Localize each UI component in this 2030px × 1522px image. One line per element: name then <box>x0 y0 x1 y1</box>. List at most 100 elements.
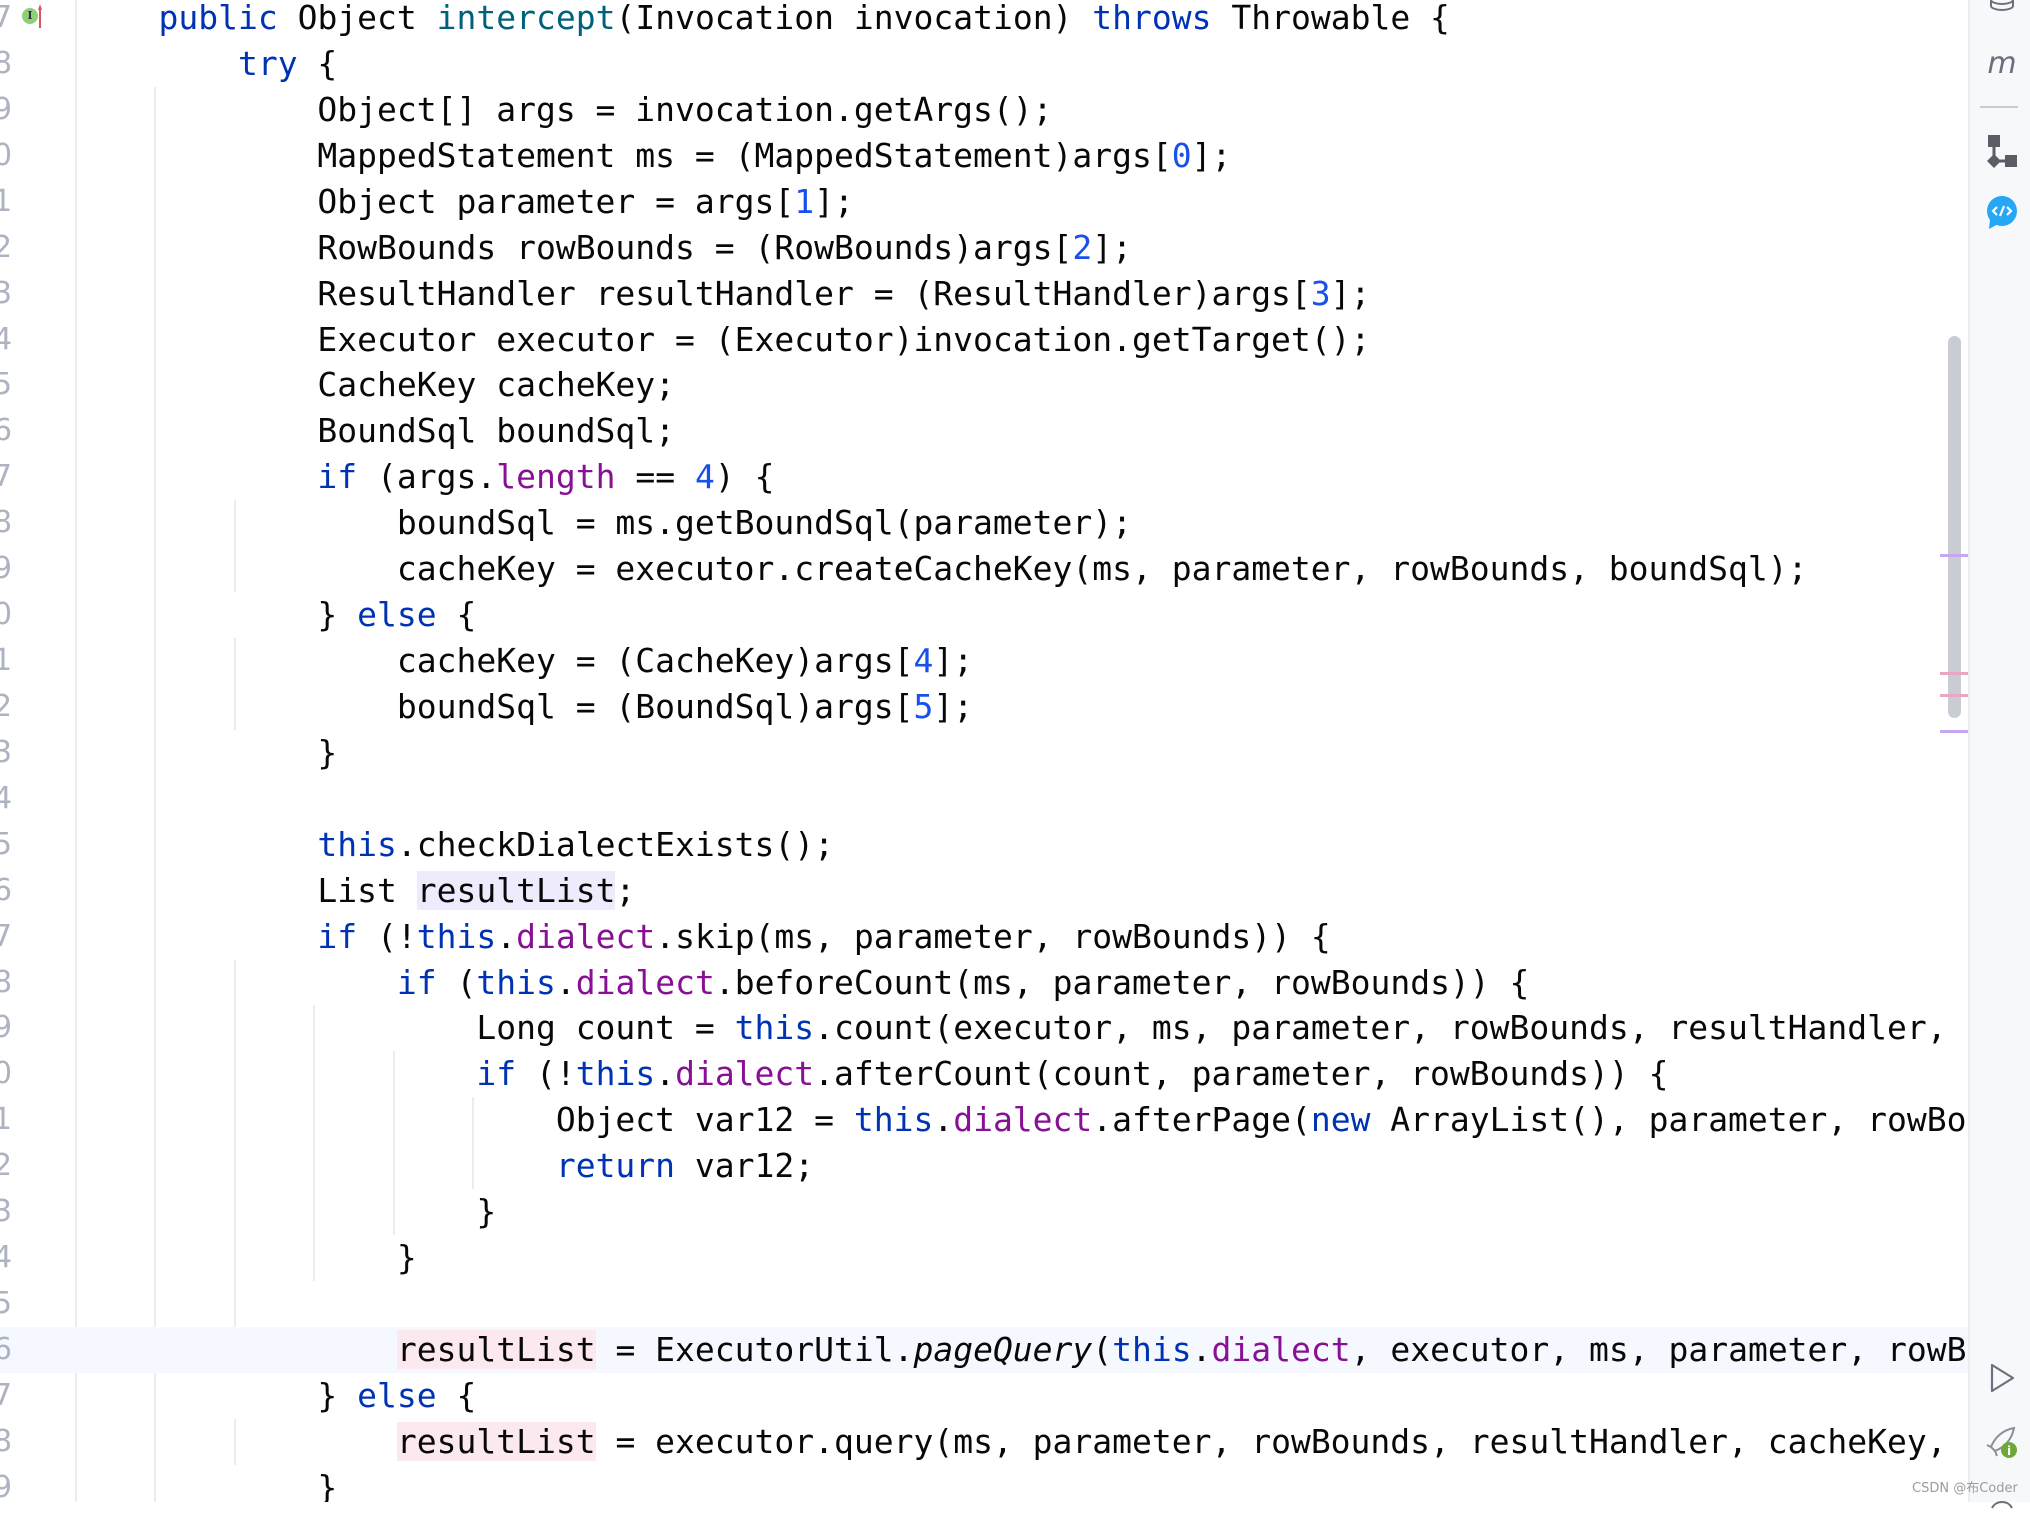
code-line[interactable]: 7 if (!this.dialect.skip(ms, parameter, … <box>0 914 1968 960</box>
line-number[interactable]: 3 <box>0 271 12 317</box>
code-line[interactable]: 9 cacheKey = executor.createCacheKey(ms,… <box>0 546 1968 592</box>
line-number[interactable]: 2 <box>0 1143 12 1189</box>
code-line[interactable]: 8 resultList = executor.query(ms, parame… <box>0 1419 1968 1465</box>
code-line[interactable]: 1 Object var12 = this.dialect.afterPage(… <box>0 1097 1968 1143</box>
code-line[interactable]: 9 Long count = this.count(executor, ms, … <box>0 1005 1968 1051</box>
code-line[interactable]: 5 this.checkDialectExists(); <box>0 822 1968 868</box>
line-number[interactable]: 4 <box>0 317 12 363</box>
line-number[interactable]: 6 <box>0 408 12 454</box>
line-number[interactable]: 9 <box>0 87 12 133</box>
code-text[interactable]: if (this.dialect.beforeCount(ms, paramet… <box>79 960 1530 1006</box>
structure-icon[interactable] <box>1984 134 2020 170</box>
code-line[interactable]: 7 public Object intercept(Invocation inv… <box>0 0 1968 41</box>
code-text[interactable]: return var12; <box>79 1143 814 1189</box>
code-line[interactable]: 9 Object[] args = invocation.getArgs(); <box>0 87 1968 133</box>
line-number[interactable]: 8 <box>0 1419 12 1465</box>
code-line[interactable]: 8 try { <box>0 41 1968 87</box>
code-line[interactable]: 2 RowBounds rowBounds = (RowBounds)args[… <box>0 225 1968 271</box>
code-line[interactable]: 5 CacheKey cacheKey; <box>0 362 1968 408</box>
code-line[interactable]: 1 Object parameter = args[1]; <box>0 179 1968 225</box>
scroll-marker[interactable] <box>1940 554 1968 557</box>
maven-m-icon[interactable]: m <box>1984 45 2020 81</box>
code-text[interactable]: resultList = executor.query(ms, paramete… <box>79 1419 1947 1465</box>
code-line[interactable]: 8 if (this.dialect.beforeCount(ms, param… <box>0 960 1968 1006</box>
code-line[interactable]: 2 boundSql = (BoundSql)args[5]; <box>0 684 1968 730</box>
run-icon[interactable] <box>1984 1360 2020 1396</box>
line-number[interactable]: 2 <box>0 225 12 271</box>
line-number[interactable]: 3 <box>0 1189 12 1235</box>
code-chat-icon[interactable] <box>1984 195 2020 231</box>
code-line[interactable]: 5 <box>0 1281 1968 1327</box>
code-line[interactable]: 0 } else { <box>0 592 1968 638</box>
line-number[interactable]: 1 <box>0 638 12 684</box>
code-text[interactable]: boundSql = (BoundSql)args[5]; <box>79 684 973 730</box>
code-line[interactable]: 4 } <box>0 1235 1968 1281</box>
code-line[interactable]: 7 if (args.length == 4) { <box>0 454 1968 500</box>
vertical-scrollbar-thumb[interactable] <box>1948 336 1961 718</box>
code-text[interactable]: BoundSql boundSql; <box>79 408 675 454</box>
code-line[interactable]: 4 Executor executor = (Executor)invocati… <box>0 317 1968 363</box>
current-code-line[interactable]: 6 resultList = ExecutorUtil.pageQuery(th… <box>0 1326 1968 1373</box>
code-text[interactable]: try { <box>79 41 337 87</box>
code-line[interactable]: 6 BoundSql boundSql; <box>0 408 1968 454</box>
line-number[interactable]: 5 <box>0 362 12 408</box>
implements-icon[interactable]: I <box>22 8 38 24</box>
code-text[interactable]: cacheKey = executor.createCacheKey(ms, p… <box>79 546 1808 592</box>
scroll-marker[interactable] <box>1940 672 1968 675</box>
code-text[interactable]: if (args.length == 4) { <box>79 454 774 500</box>
line-number[interactable]: 8 <box>0 500 12 546</box>
override-up-arrow-icon[interactable] <box>38 4 42 28</box>
code-text[interactable]: } else { <box>79 592 476 638</box>
code-line[interactable]: 9 } <box>0 1465 1968 1502</box>
rocket-info-icon[interactable]: i <box>1984 1424 2020 1460</box>
line-number[interactable]: 7 <box>0 1373 12 1419</box>
code-line[interactable]: 3 } <box>0 1189 1968 1235</box>
line-number[interactable]: 8 <box>0 41 12 87</box>
database-icon[interactable] <box>1984 0 2020 18</box>
code-text[interactable]: public Object intercept(Invocation invoc… <box>79 0 1449 41</box>
code-text[interactable]: Long count = this.count(executor, ms, pa… <box>79 1005 1946 1051</box>
code-text[interactable]: boundSql = ms.getBoundSql(parameter); <box>79 500 1132 546</box>
code-line[interactable]: 7 } else { <box>0 1373 1968 1419</box>
line-number[interactable]: 8 <box>0 960 12 1006</box>
code-text[interactable]: Object var12 = this.dialect.afterPage(ne… <box>79 1097 1967 1143</box>
code-line[interactable]: 3 } <box>0 730 1968 776</box>
line-number[interactable]: 7 <box>0 454 12 500</box>
code-text[interactable]: resultList = ExecutorUtil.pageQuery(this… <box>79 1327 1967 1373</box>
line-number[interactable]: 9 <box>0 1005 12 1051</box>
code-text[interactable]: MappedStatement ms = (MappedStatement)ar… <box>79 133 1231 179</box>
line-number[interactable]: 0 <box>0 1051 12 1097</box>
line-number[interactable]: 4 <box>0 776 12 822</box>
code-text[interactable]: this.checkDialectExists(); <box>79 822 834 868</box>
code-text[interactable]: if (!this.dialect.skip(ms, parameter, ro… <box>79 914 1330 960</box>
line-number[interactable]: 7 <box>0 914 12 960</box>
code-line[interactable]: 8 boundSql = ms.getBoundSql(parameter); <box>0 500 1968 546</box>
line-number[interactable]: 0 <box>0 592 12 638</box>
line-number[interactable]: 5 <box>0 822 12 868</box>
code-editor[interactable]: 7 public Object intercept(Invocation inv… <box>0 0 1968 1502</box>
code-text[interactable]: } <box>79 1235 417 1281</box>
line-number[interactable]: 2 <box>0 684 12 730</box>
line-number[interactable]: 3 <box>0 730 12 776</box>
line-number[interactable]: 0 <box>0 133 12 179</box>
code-text[interactable]: List resultList; <box>79 868 635 914</box>
code-line[interactable]: 1 cacheKey = (CacheKey)args[4]; <box>0 638 1968 684</box>
code-text[interactable]: } <box>79 730 337 776</box>
line-number[interactable]: 1 <box>0 1097 12 1143</box>
code-line[interactable]: 4 <box>0 776 1968 822</box>
code-line[interactable]: 3 ResultHandler resultHandler = (ResultH… <box>0 271 1968 317</box>
line-number[interactable]: 6 <box>0 868 12 914</box>
code-text[interactable]: } <box>79 1465 337 1502</box>
code-text[interactable]: } else { <box>79 1373 476 1419</box>
line-number[interactable]: 7 <box>0 0 12 41</box>
line-number[interactable]: 5 <box>0 1281 12 1327</box>
scroll-marker[interactable] <box>1940 730 1968 733</box>
line-number[interactable]: 6 <box>0 1327 12 1373</box>
line-number[interactable]: 9 <box>0 546 12 592</box>
line-number[interactable]: 4 <box>0 1235 12 1281</box>
code-line[interactable]: 6 List resultList; <box>0 868 1968 914</box>
code-text[interactable]: ResultHandler resultHandler = (ResultHan… <box>79 271 1370 317</box>
code-text[interactable]: Executor executor = (Executor)invocation… <box>79 317 1370 363</box>
line-number[interactable]: 1 <box>0 179 12 225</box>
code-line[interactable]: 2 return var12; <box>0 1143 1968 1189</box>
